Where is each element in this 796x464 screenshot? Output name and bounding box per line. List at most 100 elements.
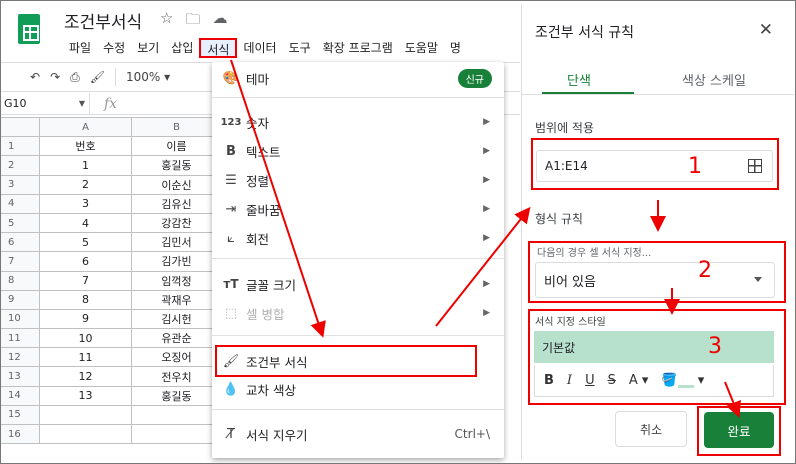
- row-header[interactable]: 15: [0, 404, 40, 426]
- row-header[interactable]: 2: [0, 155, 40, 176]
- cell-a[interactable]: 2: [39, 174, 132, 195]
- fill-color-button[interactable]: 🪣 ▾: [661, 373, 704, 388]
- menu-help[interactable]: 도움말: [399, 38, 444, 58]
- cell-b[interactable]: 김유신: [131, 193, 222, 214]
- cell-b[interactable]: 김가빈: [131, 251, 222, 272]
- menu-item-wrap[interactable]: ⇥ 줄바꿈 ▶: [212, 195, 504, 223]
- condition-select[interactable]: 비어 있음: [535, 262, 775, 298]
- close-icon[interactable]: ✕: [759, 20, 773, 40]
- menu-tools[interactable]: 도구: [283, 38, 317, 58]
- menu-item-alternating-colors[interactable]: 💧 교차 색상: [212, 375, 504, 403]
- cell-a[interactable]: [39, 404, 132, 426]
- row-header[interactable]: 5: [0, 212, 40, 234]
- zoom-select[interactable]: 100% ▾: [126, 70, 170, 84]
- menu-overflow[interactable]: 명: [444, 38, 467, 58]
- cell-a[interactable]: 1: [39, 155, 132, 176]
- row-header[interactable]: 4: [0, 193, 40, 214]
- cell-b[interactable]: 전우치: [131, 366, 222, 387]
- cell-a[interactable]: 3: [39, 193, 132, 214]
- menu-item-font-size[interactable]: тT 글꼴 크기 ▶: [212, 270, 504, 298]
- text-color-button[interactable]: A ▾: [629, 373, 649, 388]
- cell-a[interactable]: 9: [39, 308, 132, 330]
- row-header[interactable]: 12: [0, 347, 40, 368]
- star-icon[interactable]: ☆: [160, 9, 173, 34]
- cell-a[interactable]: 10: [39, 328, 132, 349]
- cell-b[interactable]: 이름: [131, 136, 222, 157]
- cell-b[interactable]: 유관순: [131, 328, 222, 349]
- menu-item-theme[interactable]: 🎨 테마 신규: [212, 64, 504, 92]
- row-header[interactable]: 3: [0, 174, 40, 195]
- paint-format-icon[interactable]: 🖌: [90, 70, 105, 84]
- row-header[interactable]: 14: [0, 385, 40, 406]
- undo-icon[interactable]: ↶: [30, 70, 40, 84]
- cell-b[interactable]: 곽재우: [131, 289, 222, 310]
- range-input[interactable]: A1:E14: [536, 150, 773, 182]
- cell-b[interactable]: 홍길동: [131, 385, 222, 406]
- row-header[interactable]: 6: [0, 232, 40, 253]
- cell-b[interactable]: 임꺽정: [131, 270, 222, 291]
- cloud-icon[interactable]: ☁: [212, 9, 227, 34]
- row-header[interactable]: 10: [0, 308, 40, 330]
- row-header[interactable]: 7: [0, 251, 40, 272]
- name-box[interactable]: G10 ▼: [0, 93, 90, 114]
- condition-value: 비어 있음: [544, 274, 596, 290]
- menu-insert[interactable]: 삽입: [165, 38, 199, 58]
- done-button[interactable]: 완료: [704, 412, 774, 448]
- strikethrough-button[interactable]: S: [608, 373, 616, 388]
- document-title[interactable]: 조건부서식: [64, 8, 142, 33]
- folder-move-icon[interactable]: 🗀: [185, 9, 200, 34]
- cell-a[interactable]: 8: [39, 289, 132, 310]
- cell-b[interactable]: [131, 423, 222, 445]
- underline-button[interactable]: U: [585, 373, 595, 388]
- cell-a[interactable]: 13: [39, 385, 132, 406]
- menu-item-rotate[interactable]: ⟀ 회전 ▶: [212, 224, 504, 252]
- row-header[interactable]: 9: [0, 289, 40, 310]
- cell-a[interactable]: [39, 423, 132, 445]
- italic-button[interactable]: I: [567, 373, 572, 388]
- tab-single-color[interactable]: 단색: [567, 70, 591, 89]
- redo-icon[interactable]: ↷: [50, 70, 60, 84]
- select-all-corner[interactable]: [0, 116, 40, 138]
- row-header[interactable]: 1: [0, 136, 40, 157]
- cell-a[interactable]: 12: [39, 366, 132, 387]
- tab-color-scale[interactable]: 색상 스케일: [682, 70, 746, 89]
- bold-button[interactable]: B: [544, 373, 554, 388]
- menu-item-align[interactable]: ☰ 정렬 ▶: [212, 166, 504, 194]
- menu-file[interactable]: 파일: [63, 38, 97, 58]
- row-header[interactable]: 8: [0, 270, 40, 291]
- column-header-a[interactable]: A: [39, 116, 132, 138]
- cell-a[interactable]: 7: [39, 270, 132, 291]
- menu-edit[interactable]: 수정: [97, 38, 131, 58]
- cancel-button[interactable]: 취소: [615, 411, 687, 447]
- cell-b[interactable]: 강감찬: [131, 212, 222, 234]
- print-icon[interactable]: ⎙: [70, 70, 80, 85]
- style-preview[interactable]: 기본값: [534, 331, 774, 363]
- chevron-right-icon: ▶: [483, 204, 490, 214]
- row-header[interactable]: 16: [0, 423, 40, 445]
- cell-a[interactable]: 5: [39, 232, 132, 253]
- row-header[interactable]: 13: [0, 366, 40, 387]
- menu-extensions[interactable]: 확장 프로그램: [317, 38, 399, 58]
- sheets-logo[interactable]: [18, 14, 40, 44]
- row-header[interactable]: 11: [0, 328, 40, 349]
- menu-format[interactable]: 서식: [199, 38, 238, 58]
- cell-b[interactable]: 이순신: [131, 174, 222, 195]
- cell-a[interactable]: 4: [39, 212, 132, 234]
- cell-b[interactable]: 오징어: [131, 347, 222, 368]
- cell-b[interactable]: 홍길동: [131, 155, 222, 176]
- conditional-format-panel: 조건부 서식 규칙 ✕ 단색 색상 스케일 범위에 적용 A1:E14 형식 규…: [521, 4, 794, 460]
- cell-a[interactable]: 번호: [39, 136, 132, 157]
- menu-view[interactable]: 보기: [131, 38, 165, 58]
- cell-a[interactable]: 6: [39, 251, 132, 272]
- menu-item-clear-format[interactable]: T̸ 서식 지우기 Ctrl+\: [212, 420, 504, 448]
- menu-item-text[interactable]: B 텍스트 ▶: [212, 137, 504, 165]
- cell-b[interactable]: 김민서: [131, 232, 222, 253]
- select-range-icon[interactable]: [748, 159, 762, 173]
- menu-item-number[interactable]: 123 숫자 ▶: [212, 108, 504, 136]
- menu-item-conditional-format[interactable]: 🖌 조건부 서식: [212, 347, 504, 375]
- cell-b[interactable]: 김시헌: [131, 308, 222, 330]
- column-header-b[interactable]: B: [131, 116, 222, 138]
- menu-data[interactable]: 데이터: [237, 38, 282, 58]
- cell-a[interactable]: 11: [39, 347, 132, 368]
- cell-b[interactable]: [131, 404, 222, 426]
